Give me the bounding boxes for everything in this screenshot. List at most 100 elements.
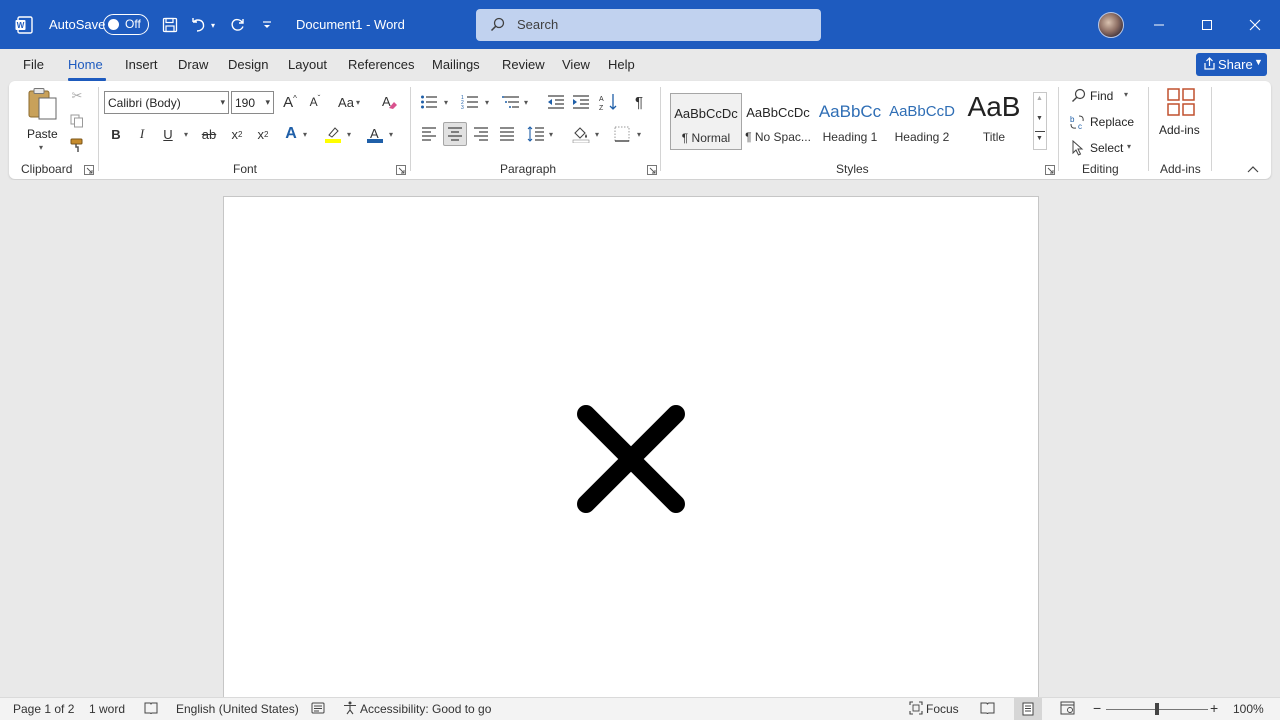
paste-button[interactable]: Paste ▾ (23, 85, 61, 155)
x-mark-symbol[interactable] (576, 404, 686, 514)
multilevel-list-icon[interactable] (501, 92, 521, 112)
find-button[interactable]: Find ▾ (1069, 86, 1139, 106)
strikethrough-icon[interactable]: ab (199, 124, 219, 144)
tab-help[interactable]: Help (608, 57, 635, 72)
scroll-up-icon[interactable]: ▲ (1036, 95, 1043, 102)
bold-icon[interactable]: B (107, 124, 125, 144)
styles-launcher-icon[interactable] (1045, 165, 1055, 175)
highlight-icon[interactable] (322, 123, 344, 145)
subscript-icon[interactable]: x2 (227, 124, 247, 144)
numbering-icon[interactable]: 123 (460, 92, 480, 112)
maximize-icon[interactable] (1183, 0, 1231, 49)
sort-icon[interactable]: AZ (599, 92, 619, 112)
accessibility-status[interactable]: Accessibility: Good to go (360, 702, 491, 716)
font-launcher-icon[interactable] (396, 165, 406, 175)
align-right-icon[interactable] (471, 124, 491, 144)
styles-scrollbar[interactable]: ▲ ▼ ▼ (1033, 92, 1047, 150)
share-button[interactable]: Share ▼ (1196, 53, 1267, 76)
font-name-combo[interactable]: Calibri (Body) ▾ (104, 91, 229, 114)
multilevel-dropdown-icon[interactable]: ▾ (524, 98, 528, 107)
close-icon[interactable] (1231, 0, 1279, 49)
change-case-dropdown-icon[interactable]: ▾ (356, 98, 360, 107)
print-layout-button[interactable] (1014, 698, 1042, 720)
collapse-ribbon-icon[interactable] (1247, 165, 1259, 173)
autosave-toggle[interactable]: Off (103, 14, 149, 35)
redo-icon[interactable] (227, 14, 249, 36)
line-spacing-dropdown-icon[interactable]: ▾ (549, 130, 553, 139)
word-count[interactable]: 1 word (89, 702, 125, 716)
user-avatar[interactable] (1098, 12, 1124, 38)
bullets-icon[interactable] (419, 92, 439, 112)
style-no-spacing[interactable]: AaBbCcDc ¶ No Spac... (742, 93, 814, 150)
align-center-icon[interactable] (443, 122, 467, 146)
style-heading-1[interactable]: AaBbCc Heading 1 (814, 93, 886, 150)
paragraph-launcher-icon[interactable] (647, 165, 657, 175)
select-button[interactable]: Select ▾ (1069, 138, 1144, 158)
more-styles-icon[interactable]: ▼ (1036, 135, 1043, 142)
justify-icon[interactable] (497, 124, 517, 144)
focus-label[interactable]: Focus (926, 702, 959, 716)
minimize-icon[interactable] (1135, 0, 1183, 49)
text-predictions-icon[interactable] (311, 701, 325, 718)
increase-indent-icon[interactable] (571, 92, 591, 112)
addins-button[interactable]: Add-ins (1157, 86, 1205, 156)
undo-dropdown-icon[interactable]: ▾ (206, 14, 220, 36)
clipboard-launcher-icon[interactable] (84, 165, 94, 175)
font-size-combo[interactable]: 190 ▾ (231, 91, 274, 114)
tab-layout[interactable]: Layout (288, 57, 327, 72)
italic-icon[interactable]: I (133, 124, 151, 144)
style-normal[interactable]: AaBbCcDc ¶ Normal (670, 93, 742, 150)
borders-icon[interactable] (612, 124, 632, 144)
style-heading-2[interactable]: AaBbCcD Heading 2 (886, 93, 958, 150)
tab-mailings[interactable]: Mailings (432, 57, 480, 72)
tab-design[interactable]: Design (228, 57, 268, 72)
tab-file[interactable]: File (23, 57, 44, 72)
zoom-in-icon[interactable]: + (1210, 700, 1218, 716)
proofing-icon[interactable] (144, 701, 158, 718)
tab-view[interactable]: View (562, 57, 590, 72)
align-left-icon[interactable] (419, 124, 439, 144)
text-effects-dropdown-icon[interactable]: ▾ (303, 130, 307, 139)
font-color-dropdown-icon[interactable]: ▾ (389, 130, 393, 139)
customize-qat-icon[interactable] (256, 14, 278, 36)
change-case-icon[interactable]: Aa (334, 92, 358, 112)
focus-icon[interactable] (909, 701, 923, 718)
tab-insert[interactable]: Insert (125, 57, 158, 72)
tab-draw[interactable]: Draw (178, 57, 208, 72)
accessibility-icon[interactable] (343, 701, 357, 718)
format-painter-icon[interactable] (68, 137, 86, 155)
read-mode-icon[interactable] (980, 701, 995, 718)
superscript-icon[interactable]: x2 (253, 124, 273, 144)
zoom-level[interactable]: 100% (1233, 702, 1264, 716)
replace-button[interactable]: bc Replace (1069, 112, 1149, 132)
copy-icon[interactable] (68, 112, 86, 130)
tab-references[interactable]: References (348, 57, 414, 72)
shading-dropdown-icon[interactable]: ▾ (595, 130, 599, 139)
bullets-dropdown-icon[interactable]: ▾ (444, 98, 448, 107)
show-formatting-marks-icon[interactable]: ¶ (629, 92, 649, 112)
decrease-indent-icon[interactable] (546, 92, 566, 112)
numbering-dropdown-icon[interactable]: ▾ (485, 98, 489, 107)
tab-home[interactable]: Home (68, 57, 103, 72)
shrink-font-icon[interactable]: Aˇ (305, 92, 325, 112)
underline-dropdown-icon[interactable]: ▾ (184, 130, 188, 139)
borders-dropdown-icon[interactable]: ▾ (637, 130, 641, 139)
cut-icon[interactable]: ✂ (68, 87, 86, 105)
page-count[interactable]: Page 1 of 2 (13, 702, 74, 716)
grow-font-icon[interactable]: A ^ (279, 92, 301, 112)
zoom-out-icon[interactable]: − (1093, 700, 1101, 716)
highlight-dropdown-icon[interactable]: ▾ (347, 130, 351, 139)
language[interactable]: English (United States) (176, 702, 299, 716)
search-box[interactable]: Search (476, 9, 821, 41)
clear-formatting-icon[interactable]: A (378, 92, 400, 112)
save-icon[interactable] (159, 14, 181, 36)
text-effects-icon[interactable]: A (281, 123, 301, 145)
style-title[interactable]: AaB Title (958, 93, 1030, 150)
underline-icon[interactable]: U (159, 124, 177, 144)
zoom-slider-thumb[interactable] (1155, 703, 1159, 715)
scroll-down-icon[interactable]: ▼ (1036, 115, 1043, 122)
tab-review[interactable]: Review (502, 57, 545, 72)
web-layout-icon[interactable] (1060, 701, 1075, 718)
shading-icon[interactable] (571, 124, 591, 144)
font-color-icon[interactable]: A (364, 123, 386, 145)
